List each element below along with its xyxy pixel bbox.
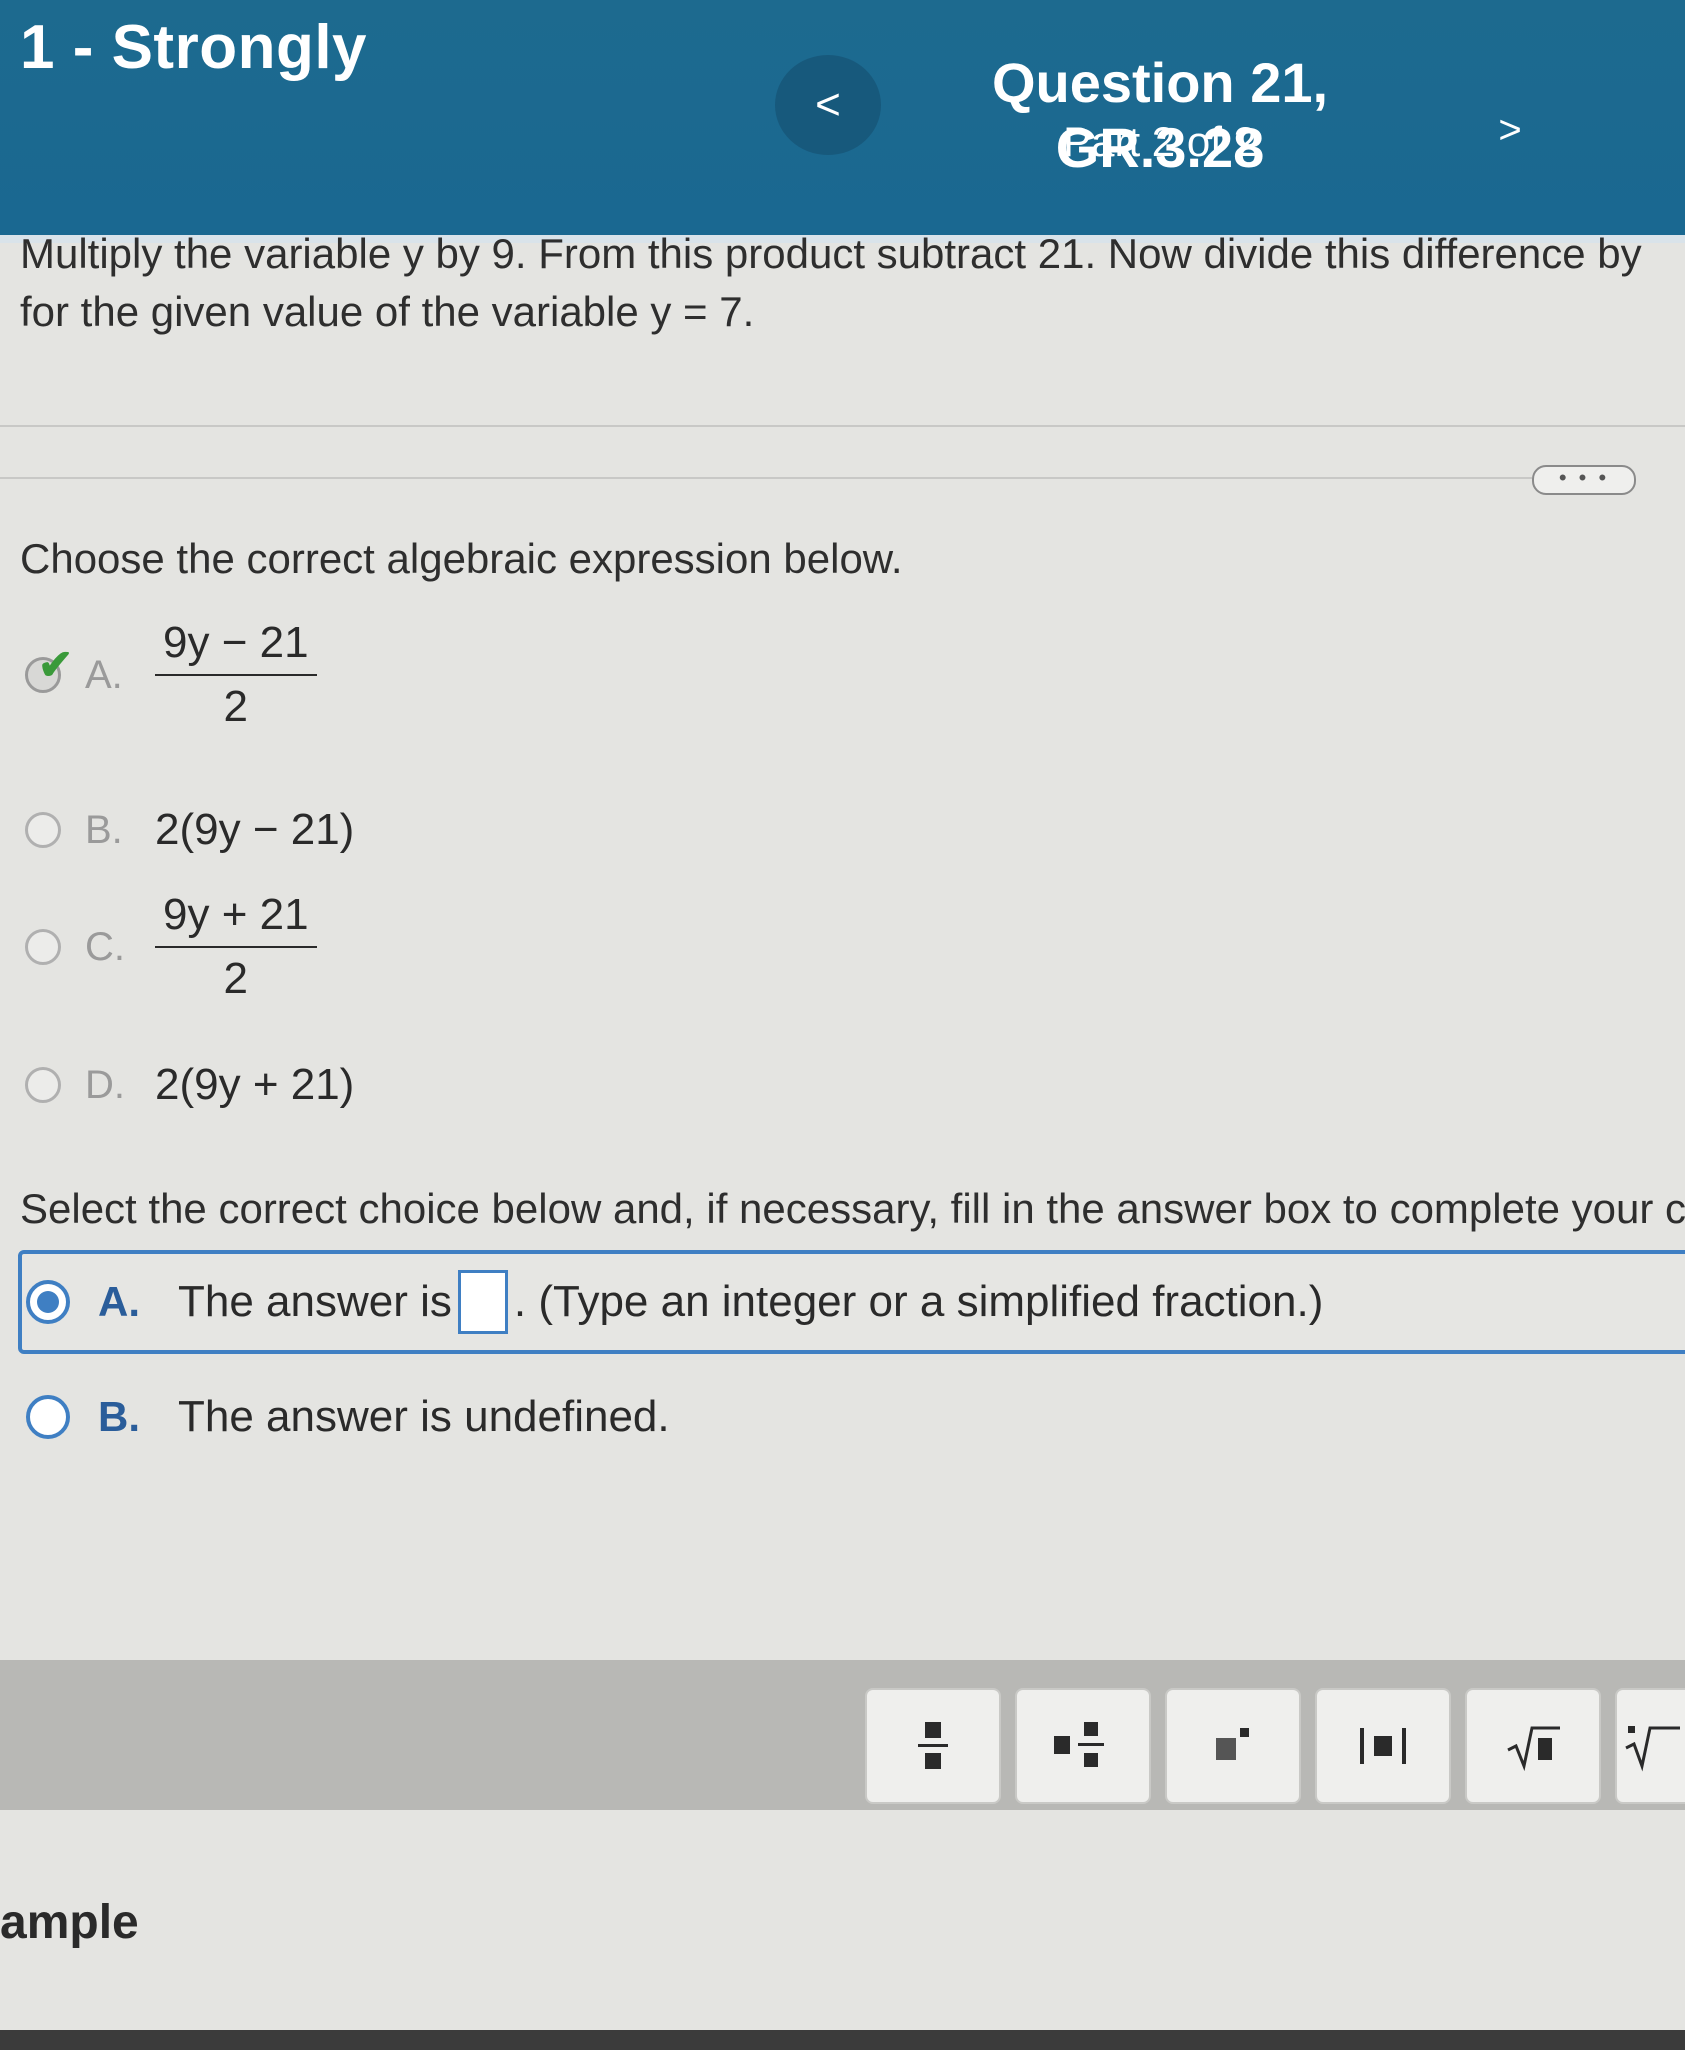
option-d[interactable]: D. 2(9y + 21) (25, 1060, 354, 1110)
answer-choice-b[interactable]: B. The answer is undefined. (26, 1392, 670, 1442)
math-toolbar (0, 1660, 1685, 1810)
chevron-left-icon: < (815, 80, 841, 129)
nth-root-icon (1625, 1726, 1680, 1772)
answer-letter: B. (98, 1393, 140, 1440)
square-root-button[interactable] (1465, 1688, 1601, 1804)
part1-prompt: Choose the correct algebraic expression … (20, 535, 903, 582)
option-letter: D. (85, 1062, 125, 1107)
problem-statement: Multiply the variable y by 9. From this … (20, 225, 1680, 341)
expression: 2(9y + 21) (155, 1060, 355, 1109)
radio-answer-a[interactable] (26, 1280, 70, 1324)
checkmark-icon: ✔ (38, 641, 74, 688)
answer-letter: A. (98, 1278, 140, 1325)
bottom-bar (0, 2030, 1685, 2050)
mixed-number-icon (1054, 1722, 1104, 1767)
answer-text-after: . (Type an integer or a simplified fract… (513, 1277, 1324, 1326)
answer-input[interactable] (457, 1270, 508, 1334)
more-options-button[interactable]: • • • (1532, 465, 1636, 495)
numerator: 9y − 21 (155, 618, 317, 676)
expression: 2(9y − 21) (155, 805, 355, 854)
absolute-value-button[interactable] (1315, 1688, 1451, 1804)
square-root-icon (1507, 1726, 1560, 1772)
part2-prompt: Select the correct choice below and, if … (20, 1185, 1685, 1232)
divider (0, 477, 1532, 479)
fraction-expression: 9y + 21 2 (155, 890, 317, 1004)
option-c[interactable]: C. 9y + 21 2 (25, 890, 317, 1004)
mixed-number-button[interactable] (1015, 1688, 1151, 1804)
numerator: 9y + 21 (155, 890, 317, 948)
question-part: Part 2 of 2 (1063, 118, 1257, 165)
answer-text: The answer is undefined. (178, 1392, 670, 1441)
option-a[interactable]: ✔ A. 9y − 21 2 (25, 618, 317, 732)
radio-option-c[interactable] (25, 929, 61, 965)
problem-line-1: Multiply the variable y by 9. From this … (20, 230, 1642, 277)
fraction-icon (918, 1722, 948, 1769)
exponent-button[interactable] (1165, 1688, 1301, 1804)
denominator: 2 (223, 682, 249, 731)
chevron-right-icon: > (1498, 107, 1522, 152)
fraction-button[interactable] (865, 1688, 1001, 1804)
next-question-button[interactable]: > (1480, 95, 1540, 165)
question-header: 1 - Strongly < Question 21, GR.3.28 Part… (0, 0, 1685, 243)
radio-option-a[interactable]: ✔ (25, 641, 73, 693)
option-letter: C. (85, 924, 125, 969)
radio-option-b[interactable] (25, 812, 61, 848)
radio-option-d[interactable] (25, 1067, 61, 1103)
absolute-value-icon (1360, 1728, 1406, 1764)
answer-text-before: The answer is (178, 1277, 452, 1326)
previous-question-button[interactable]: < (775, 55, 881, 155)
fraction-expression: 9y − 21 2 (155, 618, 317, 732)
option-letter: A. (85, 652, 123, 697)
answer-choice-a[interactable]: A. The answer is . (Type an integer or a… (26, 1270, 1323, 1334)
denominator: 2 (223, 954, 249, 1003)
nth-root-button[interactable] (1615, 1688, 1685, 1804)
exponent-icon (1216, 1728, 1249, 1760)
option-letter: B. (85, 807, 123, 852)
problem-line-2: for the given value of the variable y = … (20, 288, 755, 335)
radio-answer-b[interactable] (26, 1395, 70, 1439)
assignment-title: 1 - Strongly (20, 13, 368, 82)
option-b[interactable]: B. 2(9y − 21) (25, 805, 354, 855)
divider (0, 425, 1685, 427)
footer-label: ample (0, 1896, 139, 1949)
